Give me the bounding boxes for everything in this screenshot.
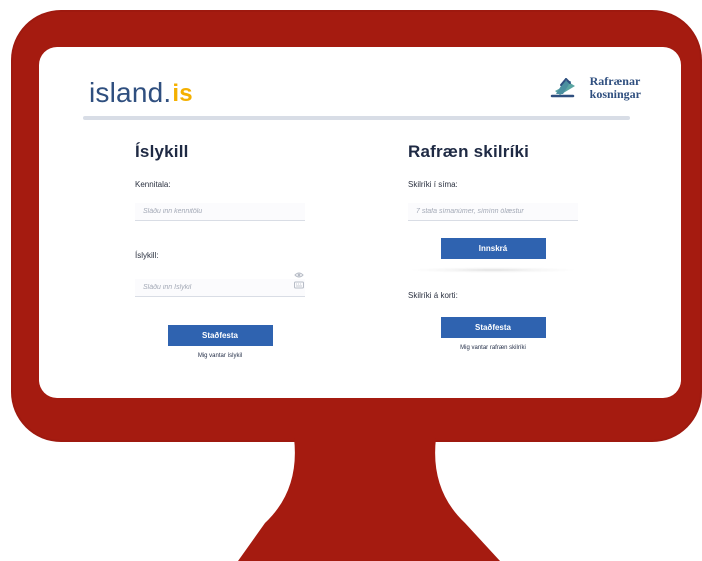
phone-login-button[interactable]: Innskrá [440,238,546,259]
e-id-title: Rafræn skilríki [408,142,530,161]
logo-dot: . [163,77,172,108]
islykill-panel: Íslykill Kennitala: Íslykill: Staðfesta … [135,142,340,359]
islykill-input-icons [292,271,306,289]
need-islykill-link[interactable]: Mig vantar íslykil [135,353,305,359]
phone-submit-wrap: Innskrá [408,238,578,259]
section-separator [408,267,578,273]
e-id-panel: Rafræn skilríki Skilríki í síma: Innskrá… [408,142,613,351]
ballot-icon [550,78,575,98]
kennitala-input[interactable] [135,203,305,221]
eye-icon[interactable] [294,271,304,279]
e-voting-badge[interactable]: Rafrænar kosningar [546,73,641,103]
kennitala-label: Kennitala: [135,180,171,189]
logo-main-text: island [89,77,164,108]
screen: island.is Rafrænar kosningar Íslykill Ke… [39,47,681,398]
phone-id-label: Skilríki í síma: [408,180,458,189]
phone-number-input[interactable] [408,203,578,221]
islykill-input-row [135,271,306,297]
island-logo[interactable]: island.is [89,79,193,107]
islykill-title: Íslykill [135,142,189,161]
islykill-submit-wrap: Staðfesta Mig vantar íslykil [135,325,305,359]
islykill-input[interactable] [135,279,305,297]
logo-suffix: is [172,80,193,107]
keyboard-icon[interactable] [294,281,304,289]
card-submit-button[interactable]: Staðfesta [440,317,546,338]
card-submit-wrap: Staðfesta Mig vantar rafræn skilríki [408,317,578,351]
e-voting-label: Rafrænar kosningar [589,74,641,101]
header-divider [83,116,630,120]
need-e-id-link[interactable]: Mig vantar rafræn skilríki [408,345,578,351]
islykill-submit-button[interactable]: Staðfesta [167,325,273,346]
card-id-label: Skilríki á korti: [408,291,458,300]
islykill-label: Íslykill: [135,251,159,260]
